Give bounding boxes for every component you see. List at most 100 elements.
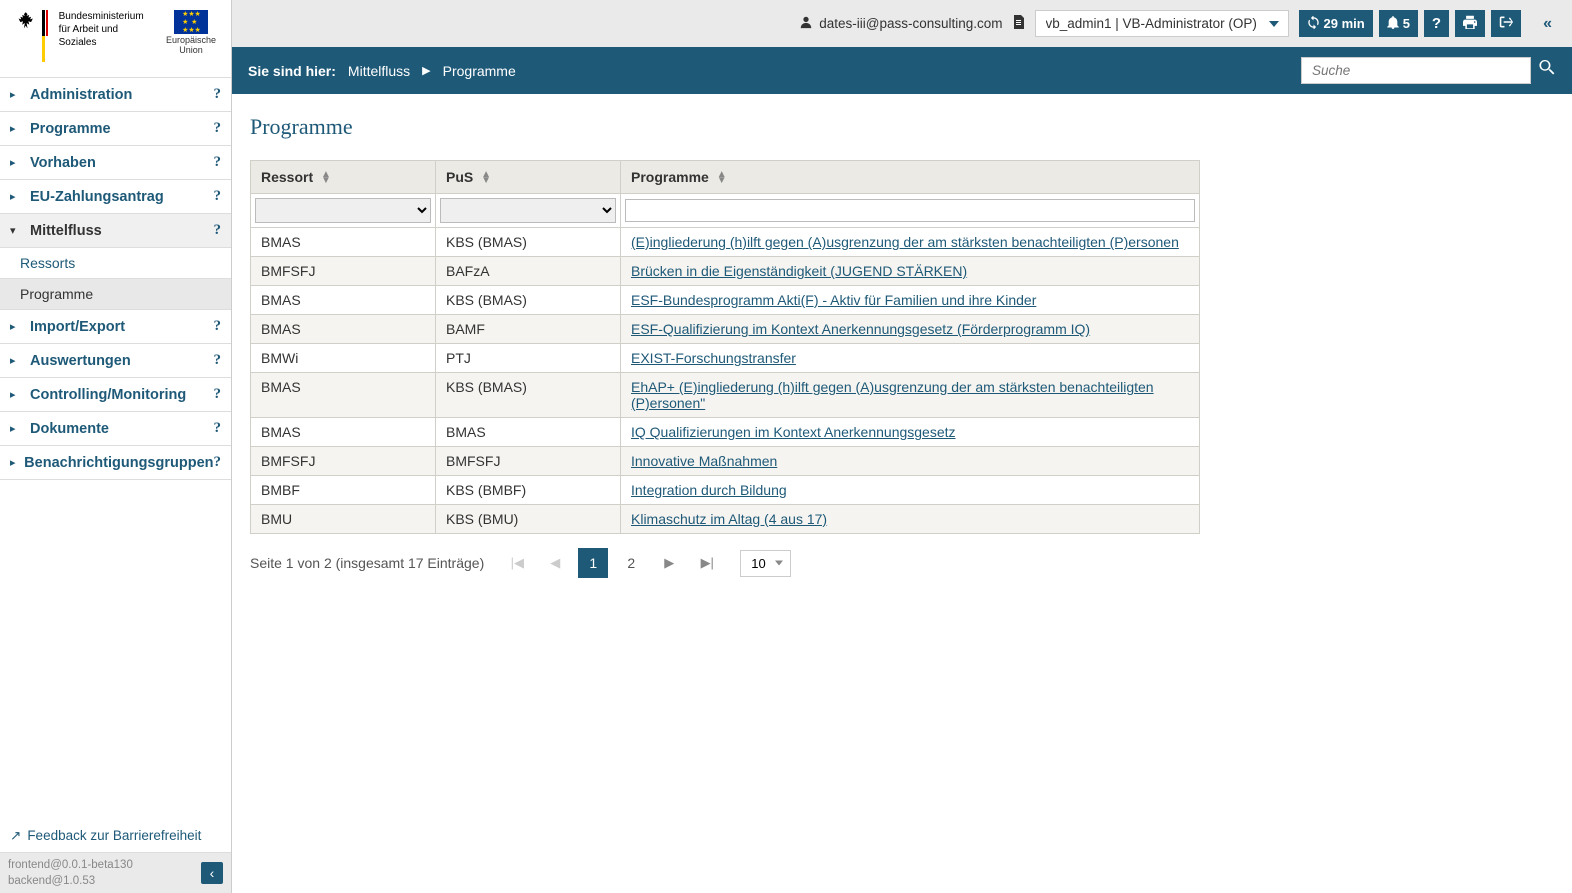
nav-sub-ressorts[interactable]: Ressorts	[0, 248, 231, 279]
chevron-right-icon: ▸	[10, 422, 22, 435]
sidebar-collapse-button[interactable]: ‹	[201, 862, 223, 884]
programme-link[interactable]: Brücken in die Eigenständigkeit (JUGEND …	[631, 263, 967, 279]
refresh-button[interactable]: 29 min	[1299, 10, 1373, 37]
print-button[interactable]	[1455, 10, 1485, 37]
flag-bar-icon	[42, 10, 52, 62]
programme-link[interactable]: (E)ingliederung (h)ilft gegen (A)usgrenz…	[631, 234, 1179, 250]
help-icon[interactable]: ?	[214, 222, 222, 239]
programme-link[interactable]: IQ Qualifizierungen im Kontext Anerkennu…	[631, 424, 956, 440]
table-row: BMFSFJ BMFSFJ Innovative Maßnahmen	[251, 447, 1200, 476]
filter-programme-input[interactable]	[625, 199, 1195, 222]
cell-ressort: BMBF	[251, 476, 436, 505]
help-icon[interactable]: ?	[214, 352, 222, 369]
help-icon[interactable]: ?	[214, 318, 222, 335]
pagination-last-button[interactable]: ▶|	[692, 548, 722, 578]
nav-sub-programme[interactable]: Programme	[0, 279, 231, 310]
nav-item-controlling-monitoring[interactable]: ▸ Controlling/Monitoring ?	[0, 378, 231, 412]
nav-item-eu-zahlungsantrag[interactable]: ▸ EU-Zahlungsantrag ?	[0, 180, 231, 214]
expand-button[interactable]: «	[1537, 15, 1558, 33]
help-icon[interactable]: ?	[214, 454, 222, 471]
nav-item-import-export[interactable]: ▸ Import/Export ?	[0, 310, 231, 344]
nav-item-programme[interactable]: ▸ Programme ?	[0, 112, 231, 146]
cell-pus: KBS (BMBF)	[436, 476, 621, 505]
chevron-right-icon: ▸	[10, 156, 22, 169]
help-icon[interactable]: ?	[214, 386, 222, 403]
last-page-icon: ▶|	[701, 555, 714, 571]
cell-ressort: BMAS	[251, 418, 436, 447]
help-icon[interactable]: ?	[214, 154, 222, 171]
programme-link[interactable]: Klimaschutz im Altag (4 aus 17)	[631, 511, 827, 527]
help-icon[interactable]: ?	[214, 120, 222, 137]
pagination-info: Seite 1 von 2 (insgesamt 17 Einträge)	[250, 555, 484, 571]
search-input[interactable]	[1301, 57, 1531, 84]
nav-label: Vorhaben	[30, 155, 214, 171]
role-select[interactable]: vb_admin1 | VB-Administrator (OP)	[1035, 10, 1289, 37]
document-icon[interactable]	[1013, 15, 1025, 33]
table-row: BMAS KBS (BMAS) EhAP+ (E)ingliederung (h…	[251, 373, 1200, 418]
nav-item-vorhaben[interactable]: ▸ Vorhaben ?	[0, 146, 231, 180]
external-link-icon: ↗	[10, 828, 21, 844]
programme-table: Ressort ▲▼ PuS ▲▼ Programme ▲▼	[250, 160, 1200, 534]
cell-pus: KBS (BMU)	[436, 505, 621, 534]
nav-item-mittelfluss[interactable]: ▾ Mittelfluss ?	[0, 214, 231, 248]
sidebar-header: Bundesministerium für Arbeit und Soziale…	[0, 0, 231, 77]
cell-programme: Brücken in die Eigenständigkeit (JUGEND …	[621, 257, 1200, 286]
cell-programme: ESF-Qualifizierung im Kontext Anerkennun…	[621, 315, 1200, 344]
logout-icon	[1499, 15, 1513, 32]
nav-item-benachrichtigungsgruppen[interactable]: ▸ Benachrichtigungsgruppen ?	[0, 446, 231, 480]
programme-link[interactable]: EhAP+ (E)ingliederung (h)ilft gegen (A)u…	[631, 379, 1154, 411]
breadcrumb-item-1[interactable]: Programme	[443, 63, 516, 79]
cell-pus: KBS (BMAS)	[436, 228, 621, 257]
chevron-right-icon: ▶	[422, 64, 430, 77]
help-icon[interactable]: ?	[214, 86, 222, 103]
column-header-ressort[interactable]: Ressort ▲▼	[251, 161, 436, 194]
pagination: Seite 1 von 2 (insgesamt 17 Einträge) |◀…	[250, 548, 1554, 578]
pagination-next-button[interactable]: ▶	[654, 548, 684, 578]
logout-button[interactable]	[1491, 10, 1521, 37]
nav-item-dokumente[interactable]: ▸ Dokumente ?	[0, 412, 231, 446]
cell-programme: EhAP+ (E)ingliederung (h)ilft gegen (A)u…	[621, 373, 1200, 418]
main-content: dates-iii@pass-consulting.com vb_admin1 …	[232, 0, 1572, 893]
feedback-link[interactable]: ↗ Feedback zur Barrierefreiheit	[0, 820, 231, 853]
breadcrumb-bar: Sie sind hier: Mittelfluss ▶ Programme	[232, 47, 1572, 94]
cell-pus: KBS (BMAS)	[436, 373, 621, 418]
cell-pus: KBS (BMAS)	[436, 286, 621, 315]
filter-ressort-select[interactable]	[255, 198, 431, 223]
page-size-select[interactable]: 10	[740, 550, 791, 577]
cell-pus: BAMF	[436, 315, 621, 344]
nav-item-auswertungen[interactable]: ▸ Auswertungen ?	[0, 344, 231, 378]
filter-pus-select[interactable]	[440, 198, 616, 223]
refresh-icon	[1307, 16, 1320, 32]
eu-logo: ★ ★ ★★ ★★ ★ ★ Europäische Union	[166, 10, 216, 56]
programme-link[interactable]: EXIST-Forschungstransfer	[631, 350, 796, 366]
nav-item-administration[interactable]: ▸ Administration ?	[0, 78, 231, 112]
first-page-icon: |◀	[511, 555, 524, 571]
pagination-first-button[interactable]: |◀	[502, 548, 532, 578]
help-icon[interactable]: ?	[214, 188, 222, 205]
pagination-page-2[interactable]: 2	[616, 548, 646, 578]
programme-link[interactable]: Integration durch Bildung	[631, 482, 787, 498]
cell-programme: IQ Qualifizierungen im Kontext Anerkennu…	[621, 418, 1200, 447]
cell-ressort: BMAS	[251, 286, 436, 315]
print-icon	[1463, 15, 1477, 32]
help-icon[interactable]: ?	[214, 420, 222, 437]
programme-link[interactable]: Innovative Maßnahmen	[631, 453, 777, 469]
pagination-page-1[interactable]: 1	[578, 548, 608, 578]
cell-pus: PTJ	[436, 344, 621, 373]
chevron-right-icon: ▸	[10, 190, 22, 203]
cell-ressort: BMU	[251, 505, 436, 534]
breadcrumb-item-0[interactable]: Mittelfluss	[348, 63, 410, 79]
column-header-programme[interactable]: Programme ▲▼	[621, 161, 1200, 194]
help-button[interactable]: ?	[1424, 10, 1449, 37]
chevron-right-icon: ▸	[10, 456, 16, 469]
cell-ressort: BMAS	[251, 315, 436, 344]
column-header-pus[interactable]: PuS ▲▼	[436, 161, 621, 194]
search-button[interactable]	[1539, 60, 1556, 82]
programme-link[interactable]: ESF-Bundesprogramm Akti(F) - Aktiv für F…	[631, 292, 1036, 308]
table-row: BMWi PTJ EXIST-Forschungstransfer	[251, 344, 1200, 373]
programme-link[interactable]: ESF-Qualifizierung im Kontext Anerkennun…	[631, 321, 1090, 337]
ministry-line2: für Arbeit und Soziales	[59, 23, 156, 49]
pagination-prev-button[interactable]: ◀	[540, 548, 570, 578]
notifications-button[interactable]: 5	[1379, 10, 1418, 37]
ministry-line1: Bundesministerium	[59, 10, 156, 23]
